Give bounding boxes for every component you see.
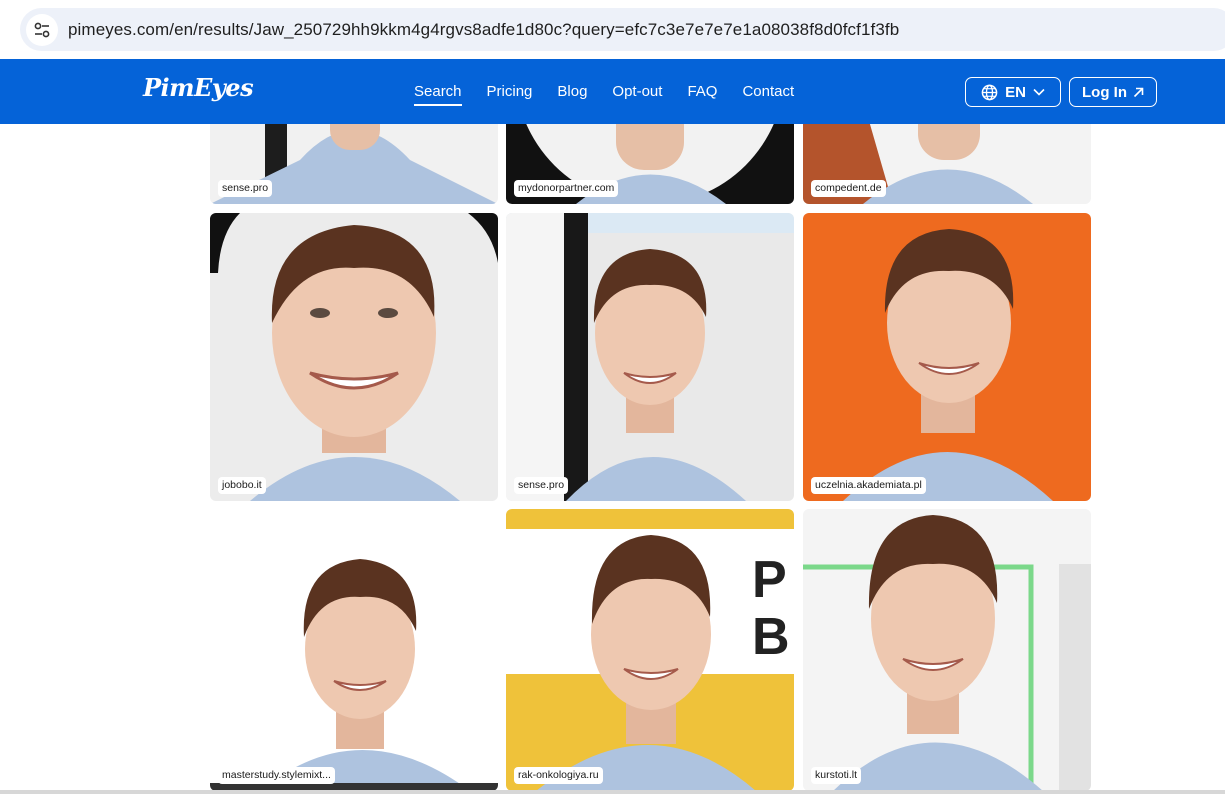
result-card[interactable]: sense.pro xyxy=(506,213,794,501)
result-domain[interactable]: sense.pro xyxy=(514,477,569,494)
svg-text:P: P xyxy=(752,551,787,609)
nav-opt-out[interactable]: Opt-out xyxy=(612,83,662,100)
result-card[interactable]: kurstoti.lt xyxy=(803,509,1091,791)
language-selector[interactable]: EN xyxy=(965,77,1061,107)
result-card[interactable]: uczelnia.akademiata.pl xyxy=(803,213,1091,501)
main-nav: Search Pricing Blog Opt-out FAQ Contact xyxy=(414,59,794,124)
result-domain[interactable]: masterstudy.stylemixt... xyxy=(218,767,335,784)
result-domain[interactable]: compedent.de xyxy=(811,180,886,197)
face-thumbnail xyxy=(803,213,1091,501)
results-grid: sense.pro mydonorpartner.com compedent.d… xyxy=(0,124,1225,794)
result-domain[interactable]: sense.pro xyxy=(218,180,273,197)
pimeyes-logo[interactable]: PimEyes xyxy=(143,73,254,102)
result-card[interactable]: masterstudy.stylemixt... xyxy=(210,509,498,791)
nav-pricing[interactable]: Pricing xyxy=(487,83,533,100)
result-domain[interactable]: uczelnia.akademiata.pl xyxy=(811,477,926,494)
result-card[interactable]: jobobo.it xyxy=(210,213,498,501)
language-label: EN xyxy=(1005,83,1026,101)
result-card[interactable]: compedent.de xyxy=(803,124,1091,204)
globe-icon xyxy=(981,84,998,100)
result-card[interactable]: sense.pro xyxy=(210,124,498,204)
browser-toolbar: pimeyes.com/en/results/Jaw_250729hh9kkm4… xyxy=(0,0,1225,59)
result-domain[interactable]: jobobo.it xyxy=(218,477,266,494)
site-info-button[interactable] xyxy=(26,13,58,46)
nav-faq[interactable]: FAQ xyxy=(687,83,717,100)
url-text: pimeyes.com/en/results/Jaw_250729hh9kkm4… xyxy=(68,19,900,39)
address-bar[interactable]: pimeyes.com/en/results/Jaw_250729hh9kkm4… xyxy=(20,8,1225,51)
site-header: PimEyes Search Pricing Blog Opt-out FAQ … xyxy=(0,59,1225,124)
result-domain[interactable]: kurstoti.lt xyxy=(811,767,862,784)
chevron-down-icon xyxy=(1033,88,1045,96)
face-thumbnail xyxy=(803,509,1091,791)
nav-blog[interactable]: Blog xyxy=(557,83,587,100)
face-thumbnail: P B xyxy=(506,509,794,791)
face-thumbnail xyxy=(210,509,498,791)
svg-text:B: B xyxy=(752,608,790,666)
face-thumbnail xyxy=(506,213,794,501)
tune-icon xyxy=(34,22,50,37)
login-label: Log In xyxy=(1082,83,1127,101)
result-domain[interactable]: rak-onkologiya.ru xyxy=(514,767,603,784)
result-card[interactable]: mydonorpartner.com xyxy=(506,124,794,204)
face-thumbnail xyxy=(210,213,498,501)
horizontal-scrollbar[interactable] xyxy=(0,790,1225,794)
login-button[interactable]: Log In xyxy=(1069,77,1157,107)
arrow-up-right-icon xyxy=(1133,87,1144,97)
result-domain[interactable]: mydonorpartner.com xyxy=(514,180,619,197)
result-card[interactable]: P B rak-onkologiya.ru xyxy=(506,509,794,791)
nav-contact[interactable]: Contact xyxy=(742,83,794,100)
nav-search[interactable]: Search xyxy=(414,83,462,106)
